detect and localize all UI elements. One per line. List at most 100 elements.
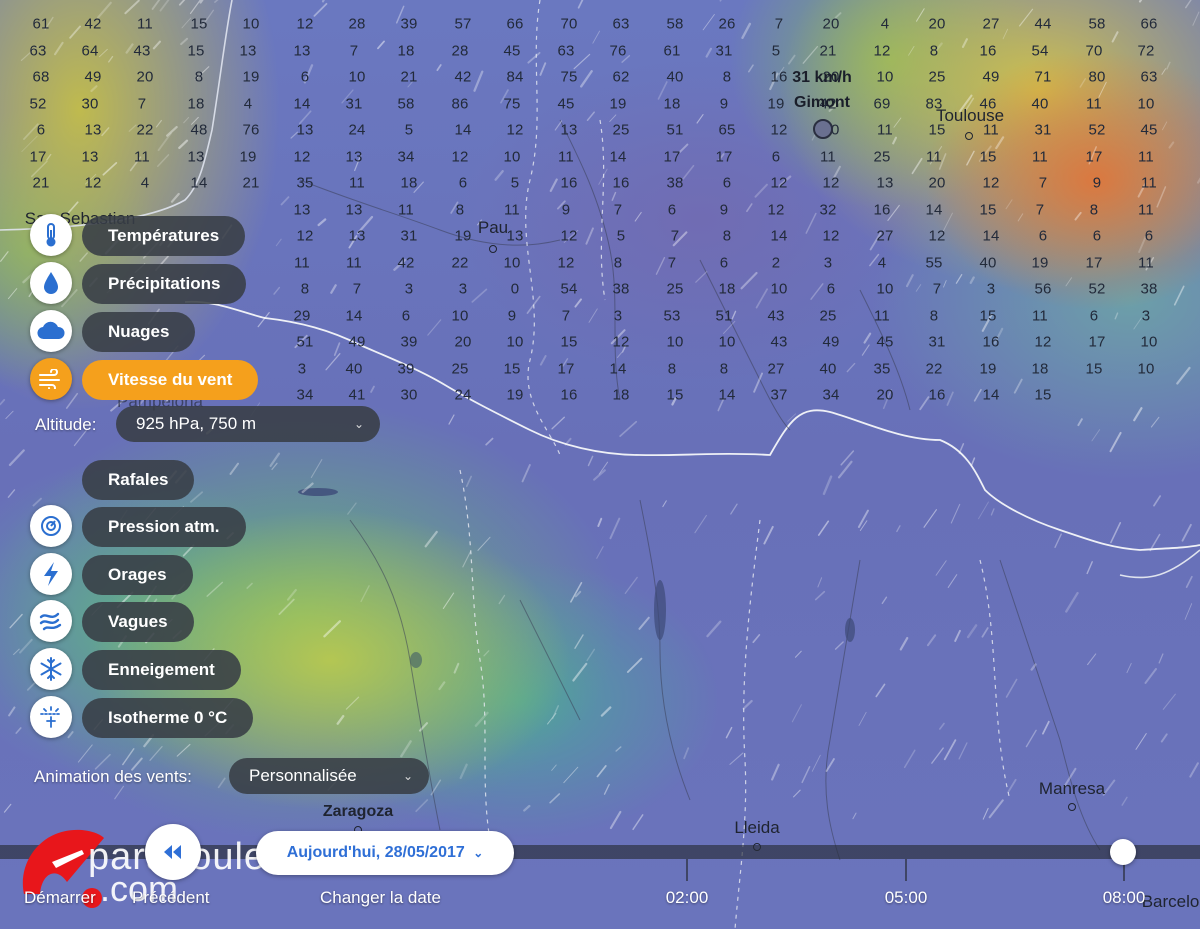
wind-speed-value: 17 (1088, 333, 1106, 351)
wind-streak (1086, 561, 1093, 575)
cloud-icon[interactable] (30, 310, 72, 352)
wind-streak (7, 489, 16, 498)
wind-speed-value: 58 (1088, 15, 1106, 33)
wind-streak (600, 706, 612, 717)
wind-streak (453, 662, 460, 674)
wind-streak (1017, 213, 1024, 222)
change-date-label[interactable]: Changer la date (320, 888, 441, 908)
wind-streak (323, 620, 341, 638)
timeline-handle[interactable] (1110, 839, 1136, 865)
wind-speed-value: 11 (398, 201, 414, 218)
layer-label[interactable]: Rafales (82, 460, 195, 500)
wind-streak (846, 362, 856, 373)
wind-streak (580, 70, 593, 88)
pressure-icon[interactable] (30, 505, 72, 547)
wind-speed-value: 17 (557, 360, 575, 377)
wind-streak (430, 779, 442, 796)
snowflake-icon[interactable] (30, 648, 72, 690)
wind-speed-value: 17 (29, 148, 47, 165)
layer-label[interactable]: Nuages (82, 312, 196, 352)
wind-streak (990, 508, 995, 516)
wind-speed-value: 61 (32, 15, 50, 33)
wind-streak (13, 648, 20, 655)
wind-speed-value: 38 (1140, 280, 1158, 298)
wind-streak (981, 627, 989, 638)
previous-button[interactable] (145, 824, 201, 880)
wind-speed-value: 28 (348, 15, 366, 33)
layer-label[interactable]: Isotherme 0 °C (82, 698, 254, 738)
wind-streak (217, 777, 226, 789)
date-picker-button[interactable]: Aujourd'hui, 28/05/2017 ⌄ (256, 831, 514, 875)
timeline-tick (905, 859, 907, 881)
layer-label[interactable]: Enneigement (82, 650, 241, 690)
wind-speed-value: 13 (345, 148, 363, 165)
wind-streak (1111, 31, 1119, 43)
wind-streak (273, 286, 281, 295)
wind-speed-value: 12 (982, 174, 1000, 192)
date-value: Aujourd'hui, 28/05/2017 (286, 844, 465, 861)
wind-speed-value: 8 (194, 68, 204, 86)
wind-streak (961, 38, 968, 48)
wind-speed-value: 10 (242, 15, 260, 33)
wind-speed-value: 14 (609, 148, 627, 165)
wind-speed-value: 3 (458, 280, 468, 298)
wind-streak (810, 283, 824, 300)
wind-streak (857, 509, 869, 528)
wind-streak (598, 168, 608, 185)
wind-icon[interactable] (30, 358, 72, 400)
isotherm-icon[interactable] (30, 696, 72, 738)
wind-speed-value: 10 (718, 333, 736, 351)
wind-speed-value: 5 (404, 121, 414, 139)
wind-streak (696, 114, 704, 124)
wind-speed-value: 5 (616, 227, 626, 245)
altitude-value: 925 hPa, 750 m (136, 414, 257, 433)
wind-streak (903, 749, 916, 769)
layer-label[interactable]: Températures (82, 216, 246, 256)
wind-speed-value: 20 (928, 15, 946, 33)
wind-streak (946, 391, 954, 406)
wind-speed-value: 15 (560, 333, 578, 351)
wind-speed-value: 7 (561, 307, 571, 324)
wind-streak (1126, 662, 1132, 674)
wind-speed-value: 19 (239, 148, 257, 165)
layer-label[interactable]: Pression atm. (82, 507, 246, 547)
layer-label[interactable]: Vagues (82, 602, 194, 642)
wind-speed-value: 4 (140, 174, 150, 192)
wind-speed-value: 6 (1144, 227, 1154, 245)
wind-streak (752, 634, 761, 644)
raindrop-icon[interactable] (30, 262, 72, 304)
wind-streak (923, 509, 938, 528)
wind-streak (586, 648, 596, 662)
wind-speed-value: 54 (560, 280, 578, 298)
layer-label[interactable]: Précipitations (82, 264, 247, 304)
city-dot (965, 132, 973, 140)
wind-speed-value: 63 (29, 42, 47, 59)
thermometer-icon[interactable] (30, 214, 72, 256)
wind-streak (1166, 61, 1171, 70)
lightning-icon[interactable] (30, 553, 72, 595)
animation-select[interactable]: Personnalisée ⌄ (229, 758, 429, 794)
wind-speed-value: 10 (506, 333, 524, 351)
wind-speed-value: 13 (239, 42, 257, 59)
wind-speed-value: 11 (294, 254, 310, 271)
wind-streak (574, 634, 584, 649)
wind-speed-value: 7 (1035, 201, 1045, 218)
wind-streak (588, 308, 598, 323)
wind-streak (330, 284, 337, 294)
altitude-select[interactable]: 925 hPa, 750 m ⌄ (116, 406, 380, 442)
wind-streak (1002, 28, 1009, 40)
wind-streak (1030, 663, 1037, 671)
layer-label[interactable]: Orages (82, 555, 193, 595)
start-label[interactable]: Démarrer (24, 888, 96, 908)
wind-speed-value: 35 (296, 174, 314, 192)
layer-label[interactable]: Vitesse du vent (82, 360, 259, 400)
wind-streak (400, 740, 412, 758)
wind-streak (178, 0, 186, 6)
wind-streak (1144, 668, 1157, 684)
wind-speed-value: 10 (876, 280, 894, 298)
city-label-manresa: Manresa (1038, 779, 1106, 798)
wave-icon[interactable] (30, 600, 72, 642)
previous-label[interactable]: Précédent (132, 888, 210, 908)
location-marker[interactable] (813, 119, 833, 139)
wind-streak (170, 192, 180, 203)
